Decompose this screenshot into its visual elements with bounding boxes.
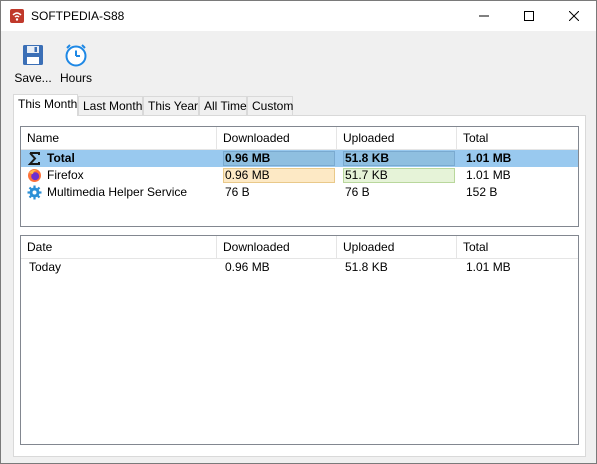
window-title: SOFTPEDIA-S88: [31, 9, 125, 23]
maximize-icon: [523, 11, 534, 21]
row-uploaded: 76 B: [345, 185, 370, 199]
tab-custom[interactable]: Custom: [247, 96, 293, 115]
tab-this-month[interactable]: This Month: [13, 94, 78, 116]
minimize-icon: [478, 15, 489, 17]
row-uploaded: 51.8 KB: [345, 260, 388, 274]
table-row[interactable]: Multimedia Helper Service 76 B 76 B 152 …: [21, 184, 578, 201]
close-icon: [568, 11, 579, 21]
firefox-icon: [28, 169, 41, 182]
column-header-downloaded[interactable]: Downloaded: [217, 127, 337, 149]
row-name: Multimedia Helper Service: [47, 185, 188, 199]
main-window: SOFTPEDIA-S88 Save... Hours This Month L…: [0, 0, 597, 464]
column-header-uploaded[interactable]: Uploaded: [337, 236, 457, 258]
column-header-downloaded[interactable]: Downloaded: [217, 236, 337, 258]
title-bar[interactable]: SOFTPEDIA-S88: [1, 1, 596, 31]
row-uploaded: 51.8 KB: [345, 151, 390, 165]
apps-table-header: Name Downloaded Uploaded Total: [21, 127, 578, 150]
row-downloaded: 76 B: [225, 185, 250, 199]
dates-table[interactable]: Date Downloaded Uploaded Total Today 0.9…: [20, 235, 579, 445]
row-total: 152 B: [466, 185, 498, 199]
row-uploaded: 51.7 KB: [345, 168, 388, 182]
column-header-total[interactable]: Total: [457, 127, 578, 149]
row-total: 1.01 MB: [466, 168, 511, 182]
column-header-uploaded[interactable]: Uploaded: [337, 127, 457, 149]
minimize-button[interactable]: [461, 1, 506, 31]
apps-table[interactable]: Name Downloaded Uploaded Total Total 0.9…: [20, 126, 579, 227]
save-icon: [23, 45, 43, 65]
close-button[interactable]: [551, 1, 596, 31]
tab-last-month[interactable]: Last Month: [78, 96, 143, 115]
table-row[interactable]: Firefox 0.96 MB 51.7 KB 1.01 MB: [21, 167, 578, 184]
app-icon: [10, 9, 24, 23]
row-total: 1.01 MB: [466, 260, 511, 274]
row-downloaded: 0.96 MB: [225, 151, 271, 165]
table-row[interactable]: Total 0.96 MB 51.8 KB 1.01 MB: [21, 150, 578, 167]
sigma-icon: [27, 152, 40, 165]
maximize-button[interactable]: [506, 1, 551, 31]
toolbar: Save... Hours: [1, 31, 596, 91]
save-label: Save...: [14, 71, 52, 85]
gear-icon: [27, 185, 42, 200]
hours-label: Hours: [59, 71, 92, 85]
column-header-name[interactable]: Name: [21, 127, 217, 149]
tab-all-time[interactable]: All Time: [199, 96, 247, 115]
column-header-total[interactable]: Total: [457, 236, 578, 258]
row-downloaded: 0.96 MB: [225, 260, 270, 274]
hours-button[interactable]: Hours: [57, 43, 95, 85]
dates-table-header: Date Downloaded Uploaded Total: [21, 236, 578, 259]
save-button[interactable]: Save...: [13, 43, 53, 85]
clock-icon: [65, 44, 87, 67]
column-header-date[interactable]: Date: [21, 236, 217, 258]
row-downloaded: 0.96 MB: [225, 168, 270, 182]
row-date: Today: [29, 260, 62, 274]
row-total: 1.01 MB: [466, 151, 512, 165]
row-name: Total: [47, 151, 75, 165]
tab-this-year[interactable]: This Year: [143, 96, 199, 115]
row-name: Firefox: [47, 168, 84, 182]
table-row[interactable]: Today 0.96 MB 51.8 KB 1.01 MB: [21, 259, 578, 276]
